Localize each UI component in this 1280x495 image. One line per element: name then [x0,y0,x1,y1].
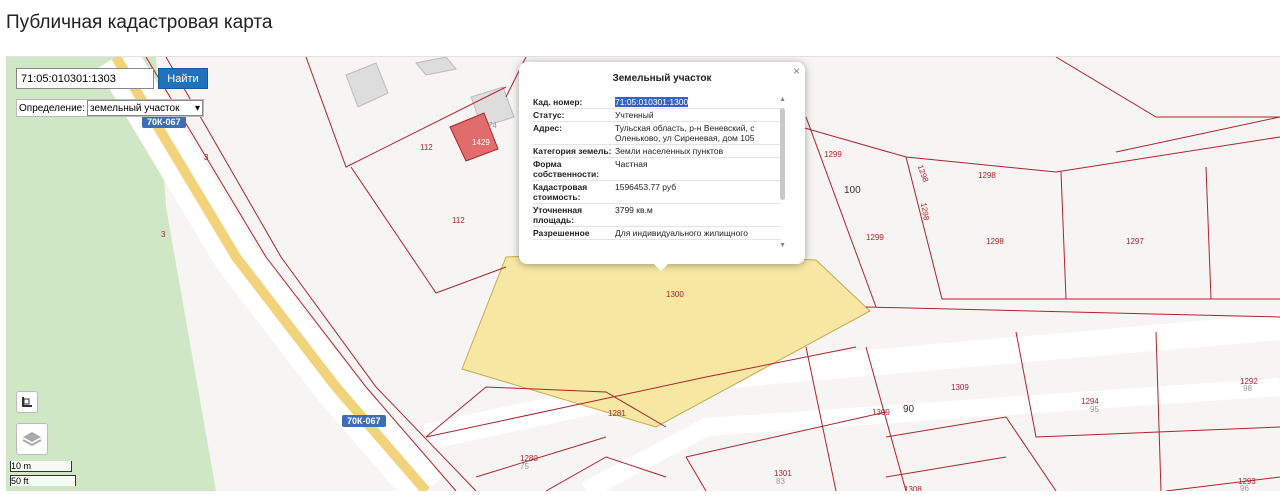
info-row: Форма собственности: Частная [533,158,781,181]
info-value: 3799 кв.м [615,205,653,215]
parcel-label: 1298 [986,237,1004,246]
definition-label: Определение: [19,102,86,114]
info-row: Кад. номер: 71:05:010301:1300 [533,96,781,109]
parcel-label: 112 [452,216,465,225]
search-button[interactable]: Найти [158,68,208,89]
definition-selected: земельный участок [90,102,180,114]
measure-icon [22,397,32,407]
info-key: Разрешенное [533,228,590,238]
info-value: Для индивидуального жилищного [615,228,748,238]
parcel-label: 1308 [904,485,922,491]
road-badge: 70К-067 [142,116,186,128]
info-key: Форма собственности: [533,159,600,179]
info-value: Учтенный [615,110,654,120]
info-key: Адрес: [533,123,562,133]
parcel-label: 96 [1240,484,1249,491]
layers-icon [22,432,42,447]
info-key: Категория земель: [533,146,612,156]
parcel-label: 1297 [1126,237,1144,246]
parcel-label: 100 [844,185,861,196]
parcel-label: 112 [420,143,433,152]
parcel-label: 83 [776,477,785,486]
cadastral-search-input[interactable] [16,68,154,89]
popup-pointer [652,262,670,271]
info-value: Частная [615,159,648,169]
parcel-label: 3 [161,230,166,239]
definition-select[interactable]: земельный участок ▾ [87,100,204,116]
info-row: Разрешенное Для индивидуального жилищного [533,227,781,240]
cadastral-number-value[interactable]: 71:05:010301:1300 [615,97,689,107]
info-row: Уточненная площадь: 3799 кв.м [533,204,781,227]
info-value: 1596453.77 руб [615,182,677,192]
scale-bar-imperial: 50 ft [10,475,76,486]
scroll-down-icon[interactable]: ▼ [779,242,786,249]
definition-control: Определение: земельный участок ▾ [16,99,205,117]
info-row: Адрес: Тульская область, р-н Веневский, с… [533,122,781,145]
parcel-label: 98 [1243,384,1252,393]
measure-tool-button[interactable] [16,391,38,413]
parcel-label: 1281 [608,409,626,418]
layers-button[interactable] [16,423,48,455]
road-badge: 70К-067 [342,415,386,427]
page-title: Публичная кадастровая карта [6,12,273,33]
info-key: Кадастровая стоимость: [533,182,588,202]
info-key: Статус: [533,110,565,120]
info-key: Уточненная площадь: [533,205,583,225]
info-value: Тульская область, р-н Веневский, с Олень… [615,123,755,143]
parcel-info-table: Кад. номер: 71:05:010301:1300 Статус: Учте… [533,96,781,240]
parcel-label: 90 [903,404,915,415]
chevron-down-icon: ▾ [194,102,201,114]
parcel-label: 95 [1090,405,1099,414]
info-value: Земли населенных пунктов [615,146,724,156]
info-key: Кад. номер: [533,97,583,107]
parcel-label: 1298 [978,171,996,180]
parcel-label: 3 [204,153,209,162]
parcel-label: 74 [488,121,497,130]
popup-scrollbar[interactable] [780,108,785,200]
parcel-label: 1299 [866,233,884,242]
scroll-up-icon[interactable]: ▲ [779,96,786,103]
parcel-info-popup: × Земельный участок Кад. номер: 71:05:010… [519,62,805,264]
parcel-label: 1299 [824,150,842,159]
info-row: Категория земель: Земли населенных пункто… [533,145,781,158]
info-row: Статус: Учтенный [533,109,781,122]
parcel-label: 1309 [951,383,969,392]
popup-title: Земельный участок [612,73,712,84]
parcel-label: 75 [520,462,529,471]
parcel-label: 1309 [872,408,890,417]
parcel-label: 1429 [472,138,490,147]
scale-bar-metric: 10 m [10,461,72,472]
search-box: Найти [16,68,208,89]
info-row: Кадастровая стоимость: 1596453.77 руб [533,181,781,204]
parcel-label: 1300 [666,290,684,299]
